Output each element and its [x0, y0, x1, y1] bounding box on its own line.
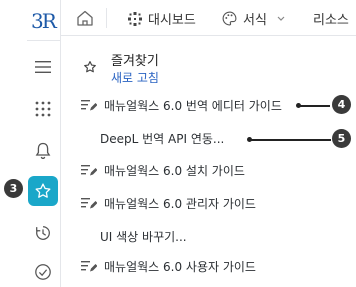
tab-style-label: 서식: [243, 13, 267, 28]
grid-dots-icon: [35, 101, 51, 117]
tab-dashboard-label: 대시보드: [148, 13, 196, 28]
edit-doc-icon: [81, 261, 97, 272]
favorite-item[interactable]: 매뉴얼웍스 6.0 설치 가이드: [81, 159, 245, 181]
history-button[interactable]: [28, 218, 58, 248]
rail-divider: [27, 40, 61, 41]
tab-dashboard[interactable]: 대시보드: [128, 9, 196, 28]
favorite-item[interactable]: 매뉴얼웍스 6.0 번역 에디터 가이드: [81, 94, 282, 116]
dashboard-icon: [128, 11, 142, 26]
tab-style[interactable]: 서식: [222, 9, 291, 28]
callout-line: [298, 105, 330, 107]
callout-badge-5: 5: [332, 129, 351, 148]
apps-button[interactable]: [28, 94, 58, 124]
favorites-panel: 즐겨찾기 새로 고침 매뉴얼웍스 6.0 번역 에디터 가이드 4 DeepL …: [61, 36, 356, 287]
notifications-button[interactable]: [28, 136, 58, 166]
star-icon: [35, 183, 51, 198]
favorite-item-label: DeepL 번역 API 연동...: [100, 131, 225, 146]
favorite-item[interactable]: 매뉴얼웍스 6.0 관리자 가이드: [81, 192, 256, 214]
favorite-item[interactable]: 매뉴얼웍스 6.0 사용자 가이드: [81, 255, 256, 277]
edit-doc-icon: [81, 165, 97, 176]
tasks-button[interactable]: [28, 257, 58, 287]
favorite-item-label: UI 색상 바꾸기...: [100, 229, 187, 244]
tab-resource-label: 리소스: [313, 13, 349, 28]
edit-doc-icon: [81, 100, 97, 111]
app-logo[interactable]: 3R: [31, 9, 57, 33]
topbar-divider: [106, 8, 107, 28]
star-outline-icon: [84, 61, 96, 73]
favorite-item[interactable]: UI 색상 바꾸기...: [100, 225, 187, 247]
home-icon[interactable]: [75, 8, 95, 28]
tab-resource[interactable]: 리소스: [313, 9, 349, 28]
callout-line: [249, 139, 331, 141]
bell-icon: [35, 142, 51, 160]
favorite-item[interactable]: DeepL 번역 API 연동...: [100, 127, 224, 149]
callout-badge-4: 4: [332, 95, 351, 114]
favorite-item-label: 매뉴얼웍스 6.0 번역 에디터 가이드: [104, 98, 282, 113]
chevron-down-icon: [277, 16, 285, 21]
palette-icon: [222, 11, 237, 26]
left-rail: 3R 3: [0, 0, 61, 287]
favorite-item-label: 매뉴얼웍스 6.0 관리자 가이드: [104, 196, 256, 211]
top-bar: 대시보드 서식 리소스: [61, 0, 356, 36]
hamburger-icon: [35, 61, 51, 73]
history-icon: [36, 226, 50, 240]
favorite-item-label: 매뉴얼웍스 6.0 설치 가이드: [104, 163, 245, 178]
refresh-link[interactable]: 새로 고침: [111, 69, 159, 86]
edit-doc-icon: [81, 198, 97, 209]
callout-badge-3: 3: [4, 179, 23, 198]
favorites-title: 즐겨찾기: [111, 54, 159, 69]
favorite-item-label: 매뉴얼웍스 6.0 사용자 가이드: [104, 259, 256, 274]
menu-button[interactable]: [28, 52, 58, 82]
favorites-button[interactable]: [28, 176, 58, 206]
check-circle-icon: [35, 264, 51, 280]
